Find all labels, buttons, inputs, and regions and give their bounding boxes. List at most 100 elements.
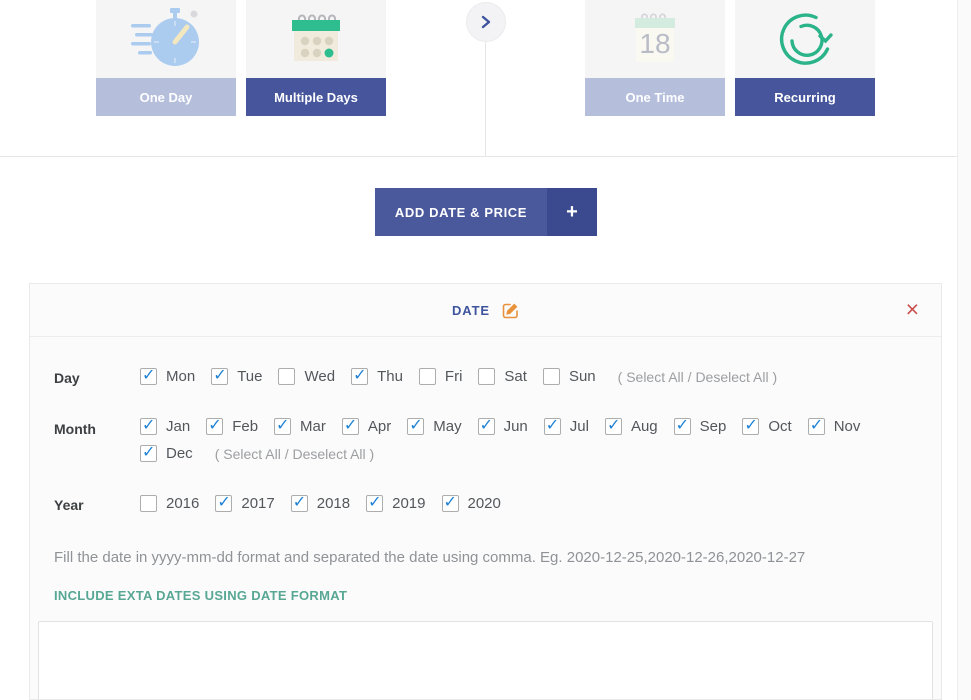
- checkbox-option-nov[interactable]: Nov: [808, 418, 861, 435]
- scrollbar-track[interactable]: [957, 0, 971, 700]
- checkbox-label: Fri: [445, 368, 463, 385]
- checkbox-unchecked-icon[interactable]: [419, 368, 436, 385]
- day-checkbox-group: Mon Tue Wed Thu Fri Sat Sun ( Select All / Des…: [140, 367, 917, 386]
- year-checkbox-group: 2016 2017 2018 2019 2020: [140, 494, 917, 513]
- checkbox-checked-icon[interactable]: [140, 368, 157, 385]
- recurring-label[interactable]: Recurring: [735, 78, 875, 116]
- checkbox-label: May: [433, 418, 461, 435]
- checkbox-option-mar[interactable]: Mar: [274, 418, 326, 435]
- multiple-days-icon-area: [246, 0, 386, 78]
- checkbox-checked-icon[interactable]: [808, 418, 825, 435]
- chevron-right-icon: [480, 14, 492, 30]
- checkbox-label: Nov: [834, 418, 861, 435]
- checkbox-label: Mon: [166, 368, 195, 385]
- checkbox-option-sat[interactable]: Sat: [478, 368, 527, 385]
- checkbox-checked-icon[interactable]: [366, 495, 383, 512]
- checkbox-checked-icon[interactable]: [478, 418, 495, 435]
- checkbox-option-jul[interactable]: Jul: [544, 418, 589, 435]
- checkbox-option-jun[interactable]: Jun: [478, 418, 528, 435]
- checkbox-label: Oct: [768, 418, 791, 435]
- stopwatch-icon: [130, 6, 202, 72]
- card-one-time[interactable]: 18 One Time: [585, 0, 725, 116]
- checkbox-option-jan[interactable]: Jan: [140, 418, 190, 435]
- checkbox-checked-icon[interactable]: [407, 418, 424, 435]
- calendar-multiple-icon: [289, 13, 343, 65]
- checkbox-option-sun[interactable]: Sun: [543, 368, 596, 385]
- card-multiple-days[interactable]: Multiple Days: [246, 0, 386, 116]
- date-panel-body: Day Mon Tue Wed Thu Fri Sat Sun ( Select All /…: [30, 337, 941, 700]
- checkbox-option-feb[interactable]: Feb: [206, 418, 258, 435]
- checkbox-label: Wed: [304, 368, 335, 385]
- month-select-all-link[interactable]: ( Select All / Deselect All ): [215, 446, 375, 462]
- checkbox-option-wed[interactable]: Wed: [278, 368, 335, 385]
- checkbox-option-fri[interactable]: Fri: [419, 368, 463, 385]
- close-icon[interactable]: ×: [906, 298, 919, 321]
- checkbox-unchecked-icon[interactable]: [543, 368, 560, 385]
- section-divider: [0, 156, 971, 157]
- recurring-icon-area: [735, 0, 875, 78]
- multiple-days-label[interactable]: Multiple Days: [246, 78, 386, 116]
- add-date-price-label: ADD DATE & PRICE: [375, 188, 547, 236]
- add-date-price-button[interactable]: ADD DATE & PRICE +: [375, 188, 597, 236]
- checkbox-unchecked-icon[interactable]: [478, 368, 495, 385]
- checkbox-checked-icon[interactable]: [605, 418, 622, 435]
- checkbox-unchecked-icon[interactable]: [278, 368, 295, 385]
- checkbox-label: Jun: [504, 418, 528, 435]
- day-select-all-link[interactable]: ( Select All / Deselect All ): [618, 369, 778, 385]
- checkbox-label: 2018: [317, 495, 350, 512]
- checkbox-label: 2017: [241, 495, 274, 512]
- one-day-icon-area: [96, 0, 236, 78]
- checkbox-option-apr[interactable]: Apr: [342, 418, 391, 435]
- checkbox-label: Jul: [570, 418, 589, 435]
- checkbox-checked-icon[interactable]: [140, 445, 157, 462]
- month-checkbox-group: Jan Feb Mar Apr May Jun Jul Aug Sep Oct Nov Dec ( S…: [140, 418, 917, 462]
- one-time-label[interactable]: One Time: [585, 78, 725, 116]
- checkbox-label: Sep: [700, 418, 727, 435]
- checkbox-option-thu[interactable]: Thu: [351, 368, 403, 385]
- checkbox-checked-icon[interactable]: [742, 418, 759, 435]
- card-recurring[interactable]: Recurring: [735, 0, 875, 116]
- checkbox-checked-icon[interactable]: [140, 418, 157, 435]
- edit-icon[interactable]: [502, 302, 519, 319]
- checkbox-label: Aug: [631, 418, 658, 435]
- checkbox-option-sep[interactable]: Sep: [674, 418, 727, 435]
- schedule-type-section: One Day: [0, 0, 971, 157]
- one-day-label[interactable]: One Day: [96, 78, 236, 116]
- checkbox-option-oct[interactable]: Oct: [742, 418, 791, 435]
- checkbox-unchecked-icon[interactable]: [140, 495, 157, 512]
- checkbox-label: Dec: [166, 445, 193, 462]
- checkbox-checked-icon[interactable]: [351, 368, 368, 385]
- checkbox-checked-icon[interactable]: [442, 495, 459, 512]
- checkbox-checked-icon[interactable]: [674, 418, 691, 435]
- checkbox-checked-icon[interactable]: [342, 418, 359, 435]
- checkbox-option-2019[interactable]: 2019: [366, 495, 425, 512]
- checkbox-option-aug[interactable]: Aug: [605, 418, 658, 435]
- date-panel-header: DATE ×: [30, 284, 941, 337]
- year-row: Year 20162017201820192020: [54, 494, 917, 513]
- checkbox-option-2018[interactable]: 2018: [291, 495, 350, 512]
- extra-dates-heading: INCLUDE EXTA DATES USING DATE FORMAT: [54, 588, 917, 603]
- checkbox-option-2020[interactable]: 2020: [442, 495, 501, 512]
- checkbox-option-dec[interactable]: Dec: [140, 445, 193, 462]
- date-panel: DATE × Day Mon Tue Wed Thu Fri Sat Sun ( Selec…: [29, 283, 942, 700]
- plus-icon[interactable]: +: [547, 188, 597, 236]
- checkbox-checked-icon[interactable]: [211, 368, 228, 385]
- vertical-divider: [485, 42, 486, 157]
- checkbox-option-mon[interactable]: Mon: [140, 368, 195, 385]
- checkbox-checked-icon[interactable]: [291, 495, 308, 512]
- day-row: Day Mon Tue Wed Thu Fri Sat Sun ( Select All /…: [54, 367, 917, 386]
- checkbox-option-2017[interactable]: 2017: [215, 495, 274, 512]
- checkbox-checked-icon[interactable]: [544, 418, 561, 435]
- checkbox-option-2016[interactable]: 2016: [140, 495, 199, 512]
- day-label: Day: [54, 367, 140, 386]
- checkbox-option-may[interactable]: May: [407, 418, 461, 435]
- next-step-button[interactable]: [466, 2, 506, 42]
- one-time-icon-area: 18: [585, 0, 725, 78]
- checkbox-option-tue[interactable]: Tue: [211, 368, 262, 385]
- checkbox-checked-icon[interactable]: [274, 418, 291, 435]
- extra-dates-textarea[interactable]: [38, 621, 933, 700]
- checkbox-checked-icon[interactable]: [206, 418, 223, 435]
- card-one-day[interactable]: One Day: [96, 0, 236, 116]
- checkbox-checked-icon[interactable]: [215, 495, 232, 512]
- recurring-icon: [776, 10, 834, 68]
